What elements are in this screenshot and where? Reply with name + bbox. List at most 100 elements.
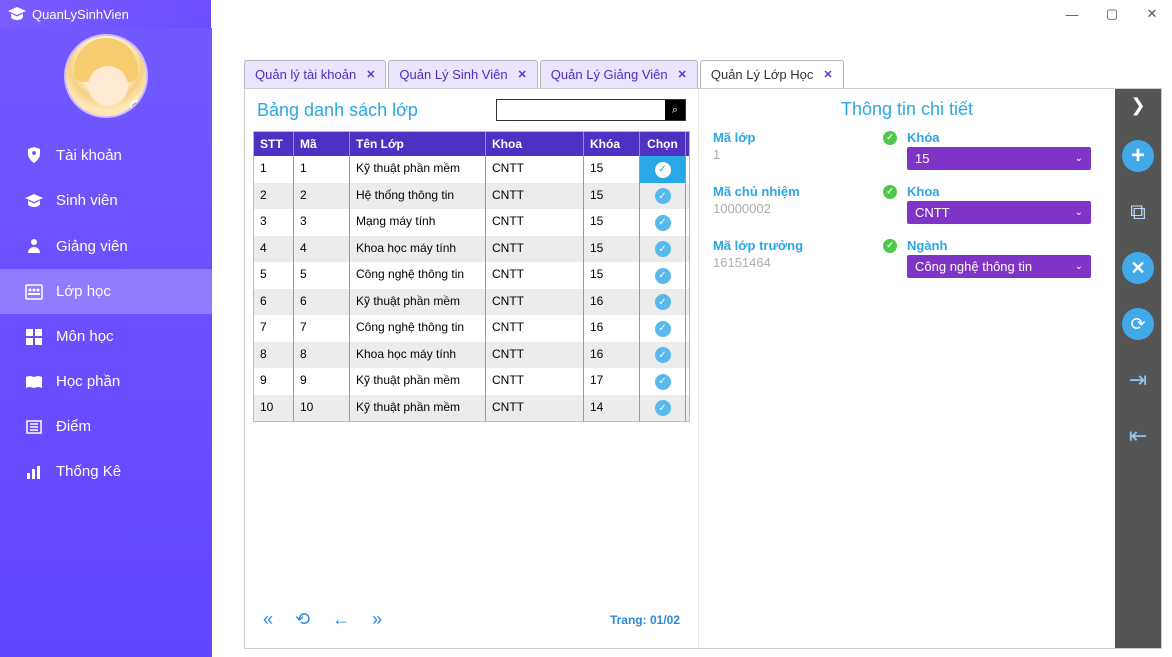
refresh-button[interactable]: ⟳	[1122, 308, 1154, 340]
search-button[interactable]: ⌕	[665, 100, 685, 120]
label-khoa2: Khóa	[907, 130, 940, 145]
tab-sinhvien[interactable]: Quản Lý Sinh Viên✕	[388, 60, 537, 88]
table-row[interactable]: 55Công nghệ thông tinCNTT15✓	[254, 262, 689, 289]
cell-stt: 1	[254, 156, 294, 183]
check-icon: ✓	[655, 188, 671, 204]
check-icon: ✓	[655, 162, 671, 178]
cell-ma: 6	[294, 289, 350, 316]
class-icon	[24, 284, 44, 300]
user-avatar[interactable]	[64, 34, 148, 118]
table-row[interactable]: 88Khoa học máy tínhCNTT16✓	[254, 342, 689, 369]
cell-ten: Kỹ thuật phần mềm	[350, 156, 486, 183]
table-row[interactable]: 99Kỹ thuật phần mềmCNTT17✓	[254, 368, 689, 395]
delete-button[interactable]: ✕	[1122, 252, 1154, 284]
sidebar-item-label: Thống Kê	[56, 463, 121, 480]
search-input[interactable]	[497, 100, 665, 120]
add-button[interactable]: +	[1122, 140, 1154, 172]
table-row[interactable]: 33Mạng máy tínhCNTT15✓	[254, 209, 689, 236]
sidebar-item-diem[interactable]: Điểm	[0, 404, 212, 449]
table-row[interactable]: 77Công nghệ thông tinCNTT16✓	[254, 315, 689, 342]
class-table: STT Mã Tên Lớp Khoa Khóa Chọn 11Kỹ thuật…	[253, 131, 690, 422]
table-header: STT Mã Tên Lớp Khoa Khóa Chọn	[254, 132, 689, 156]
check-icon: ✓	[655, 321, 671, 337]
dropdown-nganh[interactable]: Công nghệ thông tin⌄	[907, 255, 1091, 278]
cell-ten: Kỹ thuật phần mềm	[350, 289, 486, 316]
app-title: QuanLySinhVien	[32, 7, 129, 22]
copy-button[interactable]: ⧉	[1122, 196, 1154, 228]
cell-ma: 7	[294, 315, 350, 342]
cell-khoa: CNTT	[486, 262, 584, 289]
cell-ten: Hệ thống thông tin	[350, 183, 486, 210]
table-row[interactable]: 66Kỹ thuật phần mềmCNTT16✓	[254, 289, 689, 316]
app-icon	[8, 7, 26, 21]
cell-khoa2: 15	[584, 209, 640, 236]
cell-khoa2: 14	[584, 395, 640, 422]
value-malt: 16151464	[713, 255, 897, 270]
cell-chon[interactable]: ✓	[640, 342, 686, 369]
cell-chon[interactable]: ✓	[640, 395, 686, 422]
sidebar-item-sinhvien[interactable]: Sinh viên	[0, 178, 212, 223]
cell-chon[interactable]: ✓	[640, 368, 686, 395]
tab-giangvien[interactable]: Quản Lý Giảng Viên✕	[540, 60, 698, 88]
cell-ma: 1	[294, 156, 350, 183]
cell-chon[interactable]: ✓	[640, 315, 686, 342]
cell-chon[interactable]: ✓	[640, 236, 686, 263]
cell-chon[interactable]: ✓	[640, 209, 686, 236]
dropdown-khoa2[interactable]: 15⌄	[907, 147, 1091, 170]
page-back[interactable]: ⟲	[295, 609, 310, 630]
col-khoa[interactable]: Khoa	[486, 132, 584, 156]
table-row[interactable]: 1010Kỹ thuật phần mềmCNTT14✓	[254, 395, 689, 422]
cell-chon[interactable]: ✓	[640, 289, 686, 316]
shield-user-icon	[24, 146, 44, 164]
sidebar-item-lophoc[interactable]: Lớp học	[0, 269, 212, 314]
teacher-icon	[24, 237, 44, 255]
expand-button[interactable]: ❯	[1122, 95, 1154, 116]
cell-khoa2: 15	[584, 236, 640, 263]
col-khoa2[interactable]: Khóa	[584, 132, 640, 156]
col-stt[interactable]: STT	[254, 132, 294, 156]
window-minimize[interactable]: —	[1052, 0, 1092, 28]
tab-close-icon[interactable]: ✕	[366, 68, 375, 81]
sidebar-item-taikhoan[interactable]: Tài khoản	[0, 132, 212, 178]
sidebar-item-hocphan[interactable]: Học phần	[0, 359, 212, 404]
cell-chon[interactable]: ✓	[640, 156, 686, 183]
cell-khoa2: 15	[584, 156, 640, 183]
tab-taikhoan[interactable]: Quản lý tài khoản✕	[244, 60, 386, 88]
cell-chon[interactable]: ✓	[640, 183, 686, 210]
tab-lophoc[interactable]: Quản Lý Lớp Học✕	[700, 60, 844, 88]
check-icon: ✓	[655, 294, 671, 310]
page-first[interactable]: «	[263, 609, 273, 630]
col-chon[interactable]: Chọn	[640, 132, 686, 156]
cell-stt: 9	[254, 368, 294, 395]
cell-khoa2: 15	[584, 183, 640, 210]
col-ten[interactable]: Tên Lớp	[350, 132, 486, 156]
page-next[interactable]: »	[372, 609, 382, 630]
tab-close-icon[interactable]: ✕	[678, 68, 687, 81]
check-icon: ✓	[655, 400, 671, 416]
window-maximize[interactable]: ▢	[1092, 0, 1132, 28]
page-prev[interactable]: ←	[332, 609, 350, 630]
sidebar-item-label: Tài khoản	[56, 147, 122, 164]
window-close[interactable]: ✕	[1132, 0, 1172, 28]
table-row[interactable]: 11Kỹ thuật phần mềmCNTT15✓	[254, 156, 689, 183]
sidebar-item-label: Lớp học	[56, 283, 111, 300]
export-button[interactable]: ⇤	[1122, 420, 1154, 452]
dropdown-khoa[interactable]: CNTT⌄	[907, 201, 1091, 224]
sidebar-item-thongke[interactable]: Thống Kê	[0, 449, 212, 494]
col-ma[interactable]: Mã	[294, 132, 350, 156]
stats-icon	[24, 465, 44, 479]
tab-close-icon[interactable]: ✕	[518, 68, 527, 81]
label-nganh: Ngành	[907, 238, 947, 253]
valid-icon: ✓	[883, 185, 897, 199]
import-button[interactable]: ⇥	[1122, 364, 1154, 396]
table-row[interactable]: 44Khoa học máy tínhCNTT15✓	[254, 236, 689, 263]
check-icon: ✓	[655, 268, 671, 284]
student-icon	[24, 194, 44, 208]
sidebar-item-monhoc[interactable]: Môn học	[0, 314, 212, 359]
sidebar-item-giangvien[interactable]: Giảng viên	[0, 223, 212, 269]
cell-chon[interactable]: ✓	[640, 262, 686, 289]
cell-khoa: CNTT	[486, 183, 584, 210]
tab-close-icon[interactable]: ✕	[823, 68, 832, 81]
table-row[interactable]: 22Hệ thống thông tinCNTT15✓	[254, 183, 689, 210]
cell-khoa: CNTT	[486, 368, 584, 395]
